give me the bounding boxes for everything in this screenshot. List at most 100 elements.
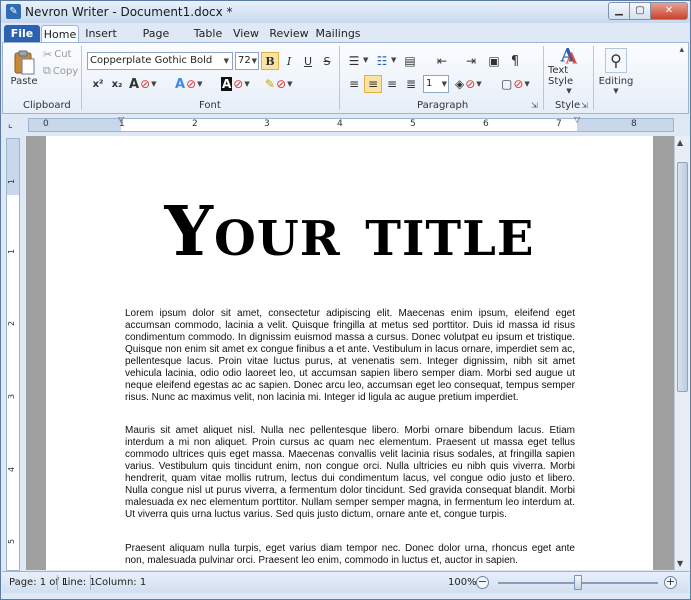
font-color-button[interactable]: A ⊘ ▼ (129, 75, 157, 93)
vertical-scrollbar[interactable]: ▲ ▼ (674, 136, 690, 570)
page-indicator: Page: 1 of 1 (9, 577, 69, 588)
paste-button[interactable]: Paste (9, 45, 39, 91)
copy-label: Copy (52, 65, 79, 77)
vruler-number: 4 (7, 466, 17, 473)
font-size-combo[interactable]: 72 ▼ (235, 52, 259, 70)
document-canvas: Your title Lorem ipsum dolor sit amet, c… (26, 136, 674, 570)
justify-button[interactable]: ≣ (402, 75, 420, 93)
ruler-area: ⌞ 0 1 2 3 4 5 6 7 8 ▽ ▽ (2, 114, 689, 136)
scrollbar-thumb[interactable] (677, 162, 688, 392)
right-indent-marker[interactable]: ▽ (574, 115, 580, 124)
no-color-icon: ⊘ (140, 77, 151, 91)
tab-home[interactable]: Home (41, 25, 79, 43)
text-effects-button[interactable]: A ⊘ ▼ (175, 75, 203, 93)
tab-stop-selector[interactable]: ⌞ (8, 119, 13, 130)
font-family-combo[interactable]: Copperplate Gothic Bold ▼ (87, 52, 233, 70)
chevron-down-icon[interactable]: ▼ (151, 80, 156, 88)
collapse-ribbon-icon[interactable]: ▴ (679, 45, 684, 55)
chevron-down-icon[interactable]: ▼ (287, 80, 292, 88)
align-right-button[interactable]: ≡ (383, 75, 401, 93)
increase-indent-button[interactable]: ⇥ (462, 52, 480, 70)
shading-button[interactable]: ◈ ⊘ ▼ (455, 75, 482, 93)
minimize-button[interactable]: ▁ (608, 2, 630, 20)
chevron-down-icon[interactable]: ▼ (476, 80, 481, 88)
editing-button[interactable]: ⚲ Editing ▼ (598, 45, 634, 97)
cut-button[interactable]: ✂ Cut (43, 46, 71, 62)
vruler-number: 1 (7, 178, 17, 185)
chevron-down-icon[interactable]: ▼ (391, 56, 396, 64)
chevron-down-icon[interactable]: ▼ (244, 80, 249, 88)
zoom-in-button[interactable]: + (664, 576, 677, 589)
border-button[interactable]: ▣ (485, 52, 503, 70)
maximize-button[interactable]: ▢ (629, 2, 651, 20)
decrease-indent-button[interactable]: ⇤ (433, 52, 451, 70)
underline-button[interactable]: U (299, 52, 317, 70)
horizontal-ruler[interactable]: 0 1 2 3 4 5 6 7 8 ▽ ▽ (28, 115, 674, 132)
document-page[interactable]: Your title Lorem ipsum dolor sit amet, c… (46, 136, 653, 570)
group-separator (593, 46, 594, 110)
borders-button[interactable]: ▢ ⊘ ▼ (501, 75, 530, 93)
document-paragraph[interactable]: Praesent aliquam nulla turpis, eget vari… (125, 543, 575, 567)
ruler-number: 0 (43, 119, 49, 129)
editing-label: Editing (598, 75, 634, 87)
tab-view[interactable]: View (229, 25, 263, 43)
left-indent-marker[interactable]: ▽ (118, 115, 124, 124)
scroll-up-icon[interactable]: ▲ (677, 138, 683, 147)
align-left-button[interactable]: ≡ (345, 75, 363, 93)
pilcrow-icon[interactable]: ¶ (506, 52, 524, 70)
tab-page-layout[interactable]: Page Layout (125, 25, 187, 57)
numbering-button[interactable]: ☷ (373, 52, 391, 70)
vertical-ruler[interactable]: 1 1 2 3 4 5 (6, 138, 20, 571)
chevron-down-icon[interactable]: ▼ (252, 53, 257, 69)
no-color-icon: ⊘ (513, 77, 524, 91)
tab-mailings[interactable]: Mailings (315, 25, 361, 43)
line-spacing-combo[interactable]: 1 ▼ (423, 75, 449, 93)
italic-button[interactable]: I (280, 52, 298, 70)
bullets-button[interactable]: ☰ (345, 52, 363, 70)
highlight-button[interactable]: A ⊘ ▼ (221, 75, 250, 93)
copy-button[interactable]: ⧉ Copy (43, 63, 78, 79)
chevron-down-icon[interactable]: ▼ (363, 56, 368, 64)
dialog-launcher-icon[interactable]: ⇲ (581, 101, 588, 110)
clipboard-group-label: Clipboard (23, 100, 71, 111)
superscript-button[interactable]: x² (89, 75, 107, 93)
chevron-down-icon[interactable]: ▼ (224, 53, 229, 69)
group-separator (81, 46, 82, 110)
scissors-icon: ✂ (43, 47, 53, 61)
marker-icon: ✎ (265, 77, 276, 91)
text-style-label: Text Style (548, 65, 574, 87)
chevron-down-icon: ▼ (613, 86, 619, 95)
vruler-number: 2 (7, 320, 17, 327)
dialog-launcher-icon[interactable]: ⇲ (531, 101, 538, 110)
document-title[interactable]: Your title (46, 192, 653, 272)
tab-file[interactable]: File (4, 25, 40, 43)
multilevel-list-button[interactable]: ▤ (401, 52, 419, 70)
tab-review[interactable]: Review (269, 25, 309, 43)
zoom-out-button[interactable]: − (476, 576, 489, 589)
zoom-slider-thumb[interactable] (574, 575, 582, 590)
text-style-button[interactable]: A A Text Style ▼ (548, 45, 590, 95)
close-button[interactable]: ✕ (650, 2, 688, 20)
status-separator (57, 575, 58, 590)
document-paragraph[interactable]: Mauris sit amet aliquet nisl. Nulla nec … (125, 425, 575, 521)
svg-text:A: A (565, 49, 578, 65)
tab-table[interactable]: Table (191, 25, 225, 43)
align-center-button[interactable]: ≡ (364, 75, 382, 93)
ruler-number: 8 (631, 119, 637, 129)
chevron-down-icon[interactable]: ▼ (197, 80, 202, 88)
marker-button[interactable]: ✎ ⊘ ▼ (265, 75, 293, 93)
chevron-down-icon[interactable]: ▼ (524, 80, 529, 88)
clipboard-icon (14, 50, 35, 74)
cut-label: Cut (54, 48, 72, 60)
scroll-down-icon[interactable]: ▼ (677, 559, 683, 568)
strikethrough-button[interactable]: S (318, 52, 336, 70)
subscript-button[interactable]: x₂ (108, 75, 126, 93)
chevron-down-icon[interactable]: ▼ (442, 76, 447, 92)
column-indicator: Column: 1 (95, 577, 147, 588)
app-icon[interactable]: ✎ (6, 4, 21, 19)
tab-insert[interactable]: Insert (83, 25, 119, 43)
font-family-value: Copperplate Gothic Bold (90, 55, 213, 66)
document-paragraph[interactable]: Lorem ipsum dolor sit amet, consectetur … (125, 308, 575, 404)
bold-button[interactable]: B (261, 52, 279, 70)
status-separator (90, 575, 91, 590)
